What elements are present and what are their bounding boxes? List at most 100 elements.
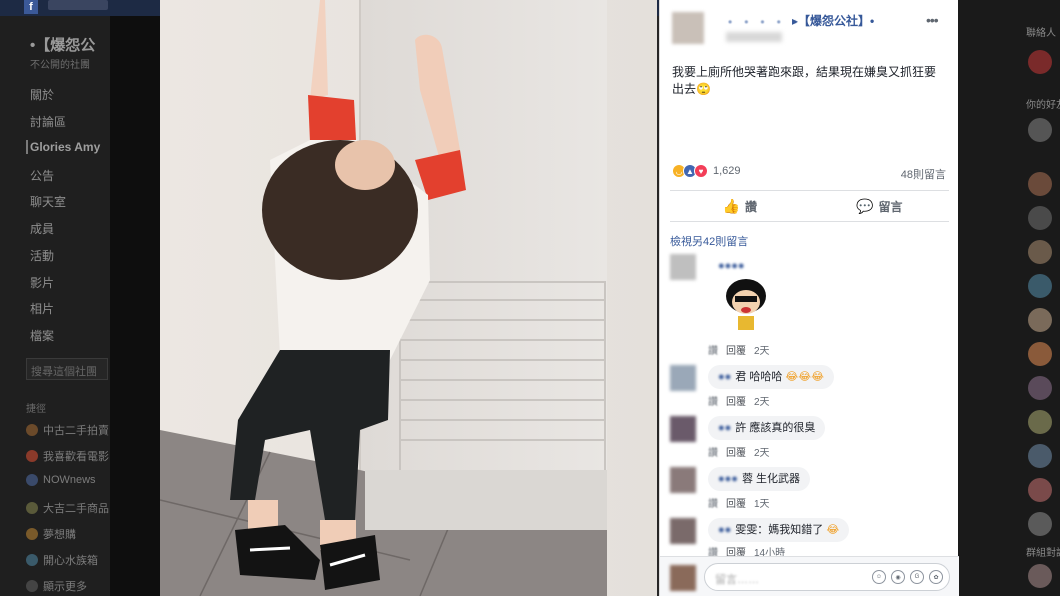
emoji-icon[interactable]: ☺: [872, 570, 886, 584]
comment-time[interactable]: 2天: [754, 397, 770, 408]
group-title[interactable]: •【爆怨公: [30, 34, 95, 55]
avatar[interactable]: [1028, 478, 1052, 502]
reactions-summary[interactable]: ◡ ▲ ♥ 1,629: [672, 164, 741, 178]
like-button[interactable]: 👍 讚: [670, 191, 810, 221]
facebook-logo-icon[interactable]: f: [24, 0, 38, 14]
nav-item-announcements[interactable]: 公告: [30, 167, 54, 184]
avatar[interactable]: [1028, 118, 1052, 142]
love-reaction-icon: ♥: [694, 164, 708, 178]
lightbox-backdrop: [110, 16, 160, 596]
shortcut-item[interactable]: 大吉二手商品: [26, 500, 109, 516]
commenter-name[interactable]: ●●●: [718, 472, 738, 486]
comment-reply-link[interactable]: 回覆: [726, 397, 746, 408]
commenter-avatar[interactable]: [670, 467, 696, 493]
shortcut-icon: [26, 474, 38, 486]
sidebar-header-contacts: 聯絡人: [1026, 28, 1056, 39]
shortcut-item[interactable]: 我喜歡看電影: [26, 448, 109, 464]
avatar[interactable]: [1028, 376, 1052, 400]
nav-item-videos[interactable]: 影片: [30, 274, 54, 291]
current-user-avatar: [670, 565, 696, 591]
gif-icon[interactable]: G: [910, 570, 924, 584]
post-timestamp[interactable]: [726, 32, 782, 42]
avatar[interactable]: [1028, 410, 1052, 434]
comment-bubble: ●● 雯雯：媽我知錯了 😂: [708, 518, 850, 542]
shortcut-icon: [26, 528, 38, 540]
post-text: 我要上廁所他哭著跑來跟，結果現在嫌臭又抓狂要出去🙄: [672, 65, 937, 96]
comment-text: 蓉 生化武器: [741, 473, 800, 485]
shortcut-icon: [26, 554, 38, 566]
view-more-comments-link[interactable]: 檢視另42則留言: [670, 233, 748, 249]
comment-like-link[interactable]: 讚: [708, 499, 718, 510]
avatar[interactable]: [1028, 206, 1052, 230]
comment-time[interactable]: 1天: [754, 499, 770, 510]
post-photo[interactable]: [160, 0, 657, 596]
nav-item-events[interactable]: 活動: [30, 247, 54, 264]
shortcut-item[interactable]: 開心水族箱: [26, 552, 98, 568]
commenter-avatar[interactable]: [670, 254, 696, 280]
shortcut-icon: [26, 450, 38, 462]
sidebar-header-friends: 你的好友: [1026, 100, 1060, 111]
comment-like-link[interactable]: 讚: [708, 397, 718, 408]
comment-bubble: ●● 君 哈哈哈 😂😂😂: [708, 365, 834, 389]
commenter-avatar[interactable]: [670, 518, 696, 544]
shortcut-item[interactable]: 中古二手拍賣: [26, 422, 109, 438]
comment-reply-link[interactable]: 回覆: [726, 448, 746, 459]
comment-meta: 讚回覆 2天: [708, 444, 770, 459]
camera-icon[interactable]: ◉: [891, 570, 905, 584]
author-avatar[interactable]: [672, 12, 704, 44]
group-search-input[interactable]: 搜尋這個社團: [26, 358, 108, 380]
shortcuts-title: 捷徑: [26, 404, 46, 415]
comment-input[interactable]: 留言…… ☺ ◉ G ✿: [704, 563, 950, 591]
laughing-emoji-icon: 😂: [826, 524, 840, 536]
comment-meta: 讚回覆 1天: [708, 495, 770, 510]
more-horizontal-icon[interactable]: •••: [926, 12, 939, 28]
avatar[interactable]: [1028, 172, 1052, 196]
comment-reply-link[interactable]: 回覆: [726, 346, 746, 357]
nav-item-glories-amy[interactable]: Glories Amy: [30, 140, 100, 154]
comment-bubble: ●●● 蓉 生化武器: [708, 467, 810, 491]
comment-time[interactable]: 2天: [754, 448, 770, 459]
group-link[interactable]: ▸【爆怨公社】•: [792, 12, 874, 29]
comment-meta: 讚回覆 2天: [708, 393, 770, 408]
right-sidebar: 聯絡人 你的好友 群組對話: [958, 0, 1060, 596]
comment-button[interactable]: 💬 留言: [810, 191, 950, 221]
avatar[interactable]: [1028, 308, 1052, 332]
sidebar-header-groups: 群組對話: [1026, 548, 1060, 559]
sticker-icon[interactable]: ✿: [929, 570, 943, 584]
commenter-avatar[interactable]: [670, 416, 696, 442]
nav-item-chatroom[interactable]: 聊天室: [30, 193, 66, 210]
commenter-avatar[interactable]: [670, 365, 696, 391]
avatar[interactable]: [1028, 512, 1052, 536]
nav-item-files[interactable]: 檔案: [30, 327, 54, 344]
comment-bubble: ●●●●: [708, 254, 759, 278]
shortcut-show-more[interactable]: 顯示更多: [26, 578, 87, 594]
shortcut-item[interactable]: NOWnews: [26, 474, 96, 486]
shortcut-item[interactable]: 夢想購: [26, 526, 76, 542]
comment-time[interactable]: 2天: [754, 346, 770, 357]
nav-item-photos[interactable]: 相片: [30, 300, 54, 317]
comment-reply-link[interactable]: 回覆: [726, 499, 746, 510]
avatar[interactable]: [1028, 444, 1052, 468]
nav-item-members[interactable]: 成員: [30, 220, 54, 237]
nav-item-discussion[interactable]: 討論區: [30, 113, 66, 130]
avatar[interactable]: [1028, 240, 1052, 264]
rolling-eyes-emoji-icon: 🙄: [696, 82, 711, 96]
more-icon: [26, 580, 38, 592]
composer-tools: ☺ ◉ G ✿: [872, 570, 943, 584]
commenter-name[interactable]: ●●●●: [718, 259, 745, 273]
comment-text: 雯雯：媽我知錯了: [735, 524, 824, 536]
avatar[interactable]: [1028, 564, 1052, 588]
commenter-name[interactable]: ●●: [718, 370, 731, 384]
comment-count[interactable]: 48則留言: [901, 166, 946, 182]
commenter-name[interactable]: ●●: [718, 421, 731, 435]
avatar[interactable]: [1028, 342, 1052, 366]
avatar[interactable]: [1028, 274, 1052, 298]
commenter-name[interactable]: ●●: [718, 523, 731, 537]
nav-item-about[interactable]: 關於: [30, 86, 54, 103]
author-name[interactable]: • • • • •: [716, 13, 797, 30]
comment-bubble: ●● 許 應該真的很臭: [708, 416, 826, 440]
avatar[interactable]: [1028, 50, 1052, 74]
top-search-input[interactable]: [48, 0, 108, 10]
comment-like-link[interactable]: 讚: [708, 448, 718, 459]
comment-like-link[interactable]: 讚: [708, 346, 718, 357]
